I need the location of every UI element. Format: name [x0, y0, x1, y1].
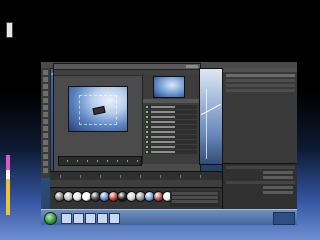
attribute-field[interactable] — [263, 171, 293, 174]
attribute-manager-panel — [222, 163, 297, 210]
tool-icon[interactable] — [43, 168, 48, 173]
tool-icon[interactable] — [43, 105, 48, 110]
list-item[interactable] — [145, 145, 197, 149]
coordinate-field[interactable] — [172, 192, 218, 195]
tool-icon[interactable] — [43, 77, 48, 82]
panel-tabs[interactable] — [143, 99, 199, 103]
tool-icon[interactable] — [43, 98, 48, 103]
tool-icon[interactable] — [43, 119, 48, 124]
window-controls[interactable] — [186, 65, 198, 68]
tool-icon[interactable] — [43, 70, 48, 75]
playback-controls — [50, 180, 222, 193]
window-titlebar[interactable] — [54, 64, 200, 70]
tool-icon[interactable] — [43, 112, 48, 117]
app-icon[interactable] — [109, 213, 120, 224]
tool-icon[interactable] — [43, 140, 48, 145]
tool-icon[interactable] — [43, 91, 48, 96]
list-item[interactable] — [145, 105, 197, 109]
list-item[interactable] — [145, 130, 197, 134]
attribute-field[interactable] — [263, 186, 293, 189]
object-manager-panel — [222, 68, 297, 163]
slide-tab-marker — [6, 22, 13, 38]
tool-icon[interactable] — [43, 147, 48, 152]
object-row[interactable] — [226, 79, 295, 82]
browser-icon[interactable] — [73, 213, 84, 224]
tool-icon[interactable] — [43, 84, 48, 89]
viewer-timeline[interactable] — [58, 156, 142, 166]
list-item[interactable] — [145, 135, 197, 139]
start-button-icon[interactable] — [44, 212, 57, 225]
attribute-field[interactable] — [263, 176, 293, 179]
list-item[interactable] — [145, 125, 197, 129]
material-manager — [50, 187, 222, 210]
layer-list — [145, 105, 197, 155]
picture-viewer-window[interactable] — [53, 63, 201, 173]
object-row[interactable] — [226, 74, 295, 77]
tool-icon[interactable] — [43, 161, 48, 166]
grid-line — [201, 103, 221, 116]
coordinate-field[interactable] — [172, 200, 218, 203]
left-toolbar — [41, 68, 51, 178]
attribute-field[interactable] — [263, 191, 293, 194]
media-icon[interactable] — [97, 213, 108, 224]
list-item[interactable] — [145, 140, 197, 144]
list-item[interactable] — [145, 115, 197, 119]
slide-accent-stripe — [6, 155, 10, 215]
tool-icon[interactable] — [43, 154, 48, 159]
3d-viewport[interactable] — [199, 68, 223, 165]
coordinates-panel — [170, 191, 220, 207]
axis-line — [206, 89, 207, 159]
tool-icon[interactable] — [43, 133, 48, 138]
list-item[interactable] — [145, 110, 197, 114]
system-tray[interactable] — [273, 212, 295, 225]
panel-tabs[interactable] — [223, 68, 297, 72]
tool-icon[interactable] — [43, 126, 48, 131]
list-item[interactable] — [145, 120, 197, 124]
coordinate-field[interactable] — [172, 196, 218, 199]
explorer-icon[interactable] — [61, 213, 72, 224]
history-thumbnail[interactable] — [153, 76, 185, 98]
os-taskbar — [41, 209, 297, 225]
render-preview-image — [68, 86, 128, 132]
embedded-screenshot — [41, 62, 297, 225]
object-row[interactable] — [226, 89, 295, 92]
object-row[interactable] — [226, 84, 295, 87]
attribute-row — [226, 166, 295, 169]
list-item[interactable] — [145, 150, 197, 154]
folder-icon[interactable] — [85, 213, 96, 224]
viewer-history-panel — [142, 74, 199, 164]
attribute-row — [226, 181, 295, 184]
